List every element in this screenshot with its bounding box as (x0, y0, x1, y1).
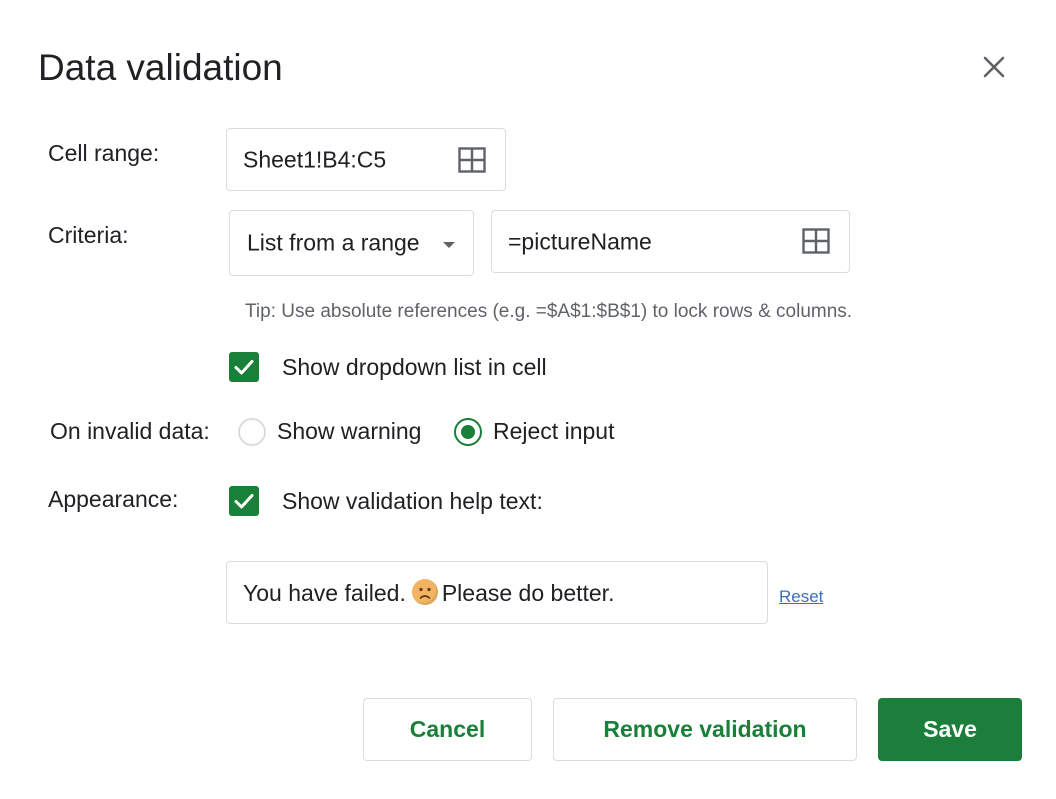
show-help-text-checkbox[interactable] (229, 486, 259, 516)
criteria-type-select[interactable]: List from a range (229, 210, 474, 276)
criteria-label: Criteria: (48, 222, 129, 248)
reset-link[interactable]: Reset (779, 585, 823, 609)
grid-select-icon[interactable] (802, 228, 830, 254)
dialog-title: Data validation (38, 47, 283, 88)
criteria-type-value: List from a range (247, 229, 420, 256)
cell-range-input[interactable]: Sheet1!B4:C5 (226, 128, 506, 191)
reject-input-label[interactable]: Reject input (493, 416, 614, 446)
disappointed-face-icon (411, 578, 438, 605)
chevron-down-icon (443, 242, 455, 248)
cell-range-value: Sheet1!B4:C5 (243, 146, 387, 172)
appearance-label: Appearance: (48, 486, 179, 512)
show-help-text-label: Show validation help text: (282, 488, 543, 514)
close-icon (983, 56, 1005, 78)
show-warning-label[interactable]: Show warning (277, 416, 421, 446)
criteria-range-value: =pictureName (508, 228, 652, 254)
save-button[interactable]: Save (878, 698, 1022, 761)
help-text-input[interactable]: You have failed. Please do better. (226, 561, 768, 624)
grid-select-icon[interactable] (458, 147, 486, 173)
cancel-button[interactable]: Cancel (363, 698, 532, 761)
close-button[interactable] (974, 48, 1014, 88)
show-warning-radio[interactable] (238, 418, 266, 446)
check-icon (234, 360, 254, 375)
cell-range-label: Cell range: (48, 140, 160, 166)
criteria-tip: Tip: Use absolute references (e.g. =$A$1… (245, 301, 853, 322)
remove-validation-button[interactable]: Remove validation (553, 698, 857, 761)
help-text-after: Please do better. (441, 579, 615, 606)
criteria-range-input[interactable]: =pictureName (491, 210, 850, 273)
data-validation-dialog: Data validation Cell range: Sheet1!B4:C5… (0, 0, 1056, 799)
check-icon (234, 494, 254, 509)
show-dropdown-checkbox[interactable] (229, 352, 259, 382)
show-dropdown-label: Show dropdown list in cell (282, 354, 547, 380)
reject-input-radio[interactable] (454, 418, 482, 446)
invalid-data-label: On invalid data: (50, 418, 210, 444)
help-text-value: You have failed. Please do better. (243, 578, 615, 607)
help-text-before: You have failed. (243, 579, 406, 606)
